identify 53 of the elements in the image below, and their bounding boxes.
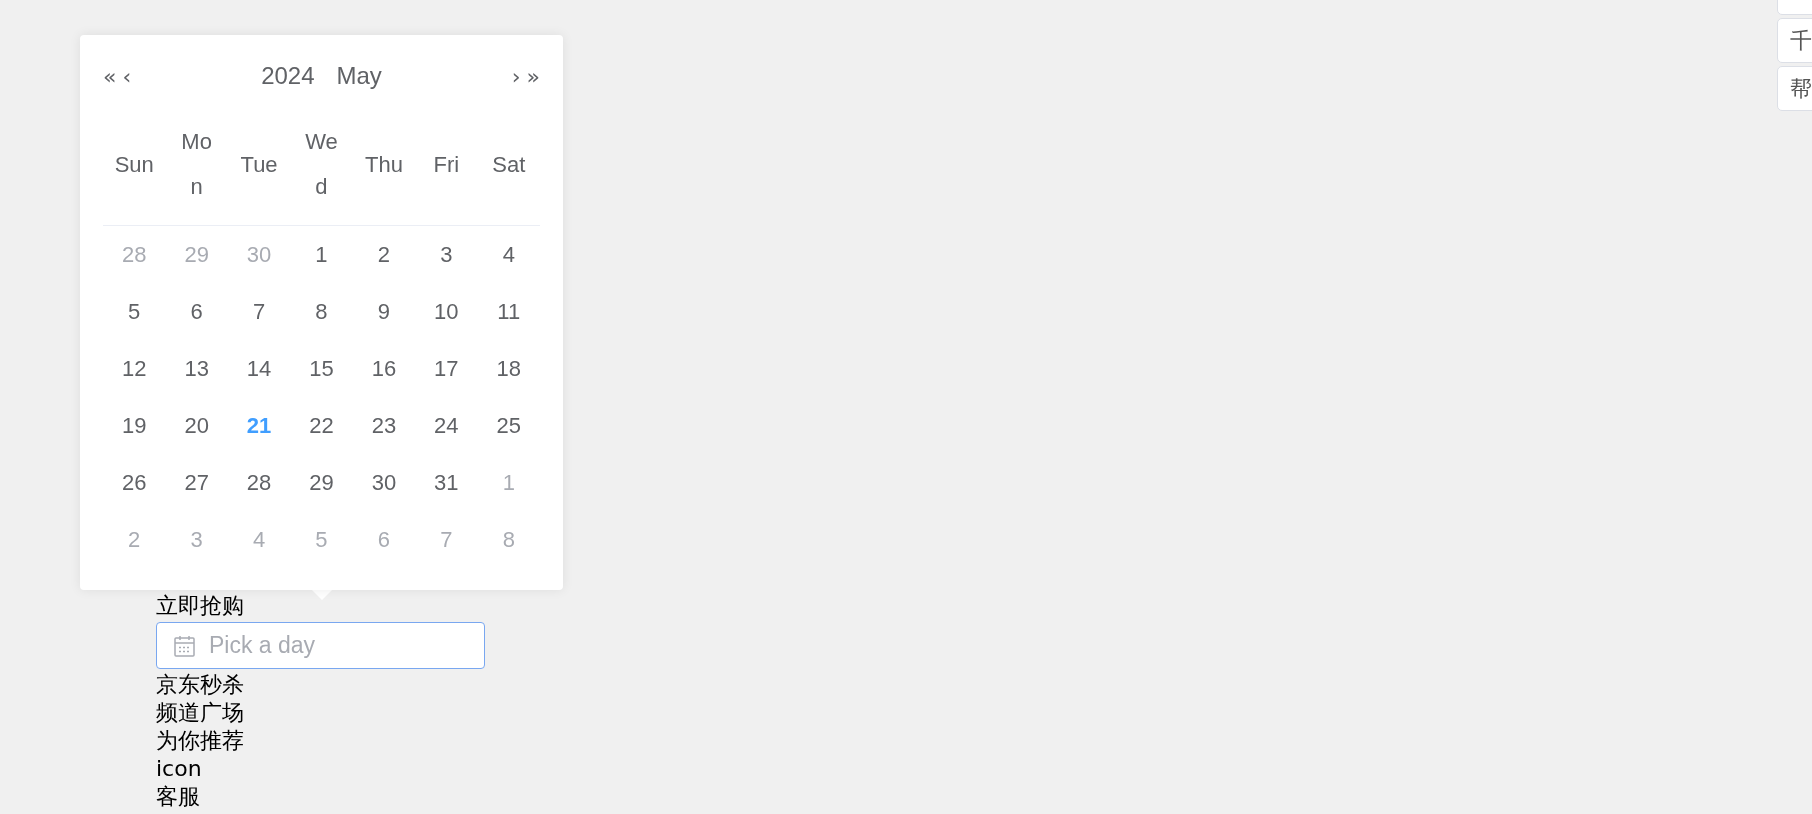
calendar-day[interactable]: 24 xyxy=(434,412,459,439)
calendar-day[interactable]: 25 xyxy=(496,412,521,439)
calendar-day[interactable]: 1 xyxy=(315,241,328,268)
weekday-header: Sat xyxy=(492,150,526,179)
weekday-header: Thu xyxy=(364,150,403,179)
calendar-day[interactable]: 30 xyxy=(371,469,397,496)
calendar-day[interactable]: 4 xyxy=(502,241,515,268)
calendar-day[interactable]: 13 xyxy=(184,355,209,382)
calendar-day[interactable]: 3 xyxy=(440,241,453,268)
calendar-day[interactable]: 10 xyxy=(434,298,459,325)
calendar-day[interactable]: 2 xyxy=(377,241,391,268)
weekday-header: Wed xyxy=(304,128,339,201)
calendar-day[interactable]: 27 xyxy=(184,469,209,496)
menu-text: 频道广场 xyxy=(156,699,244,727)
weekday-header: Fri xyxy=(433,150,460,179)
date-input[interactable]: Pick a day xyxy=(156,622,485,669)
weekday-header: Sun xyxy=(114,150,154,179)
calendar-day[interactable]: 11 xyxy=(497,298,521,325)
calendar-day[interactable]: 6 xyxy=(190,298,203,325)
calendar-day[interactable]: 15 xyxy=(309,355,334,382)
calendar-day[interactable]: 7 xyxy=(252,298,266,325)
menu-text: 为你推荐 xyxy=(156,727,244,755)
month-label[interactable]: May xyxy=(336,62,382,90)
side-button[interactable]: 帮 xyxy=(1777,66,1812,111)
weekday-header: Tue xyxy=(240,150,278,179)
menu-text: 京东秒杀 xyxy=(156,671,244,699)
calendar-day[interactable]: 17 xyxy=(434,355,459,382)
year-label[interactable]: 2024 xyxy=(261,62,315,90)
menu-text: icon xyxy=(156,755,202,783)
calendar-day[interactable]: 16 xyxy=(371,355,397,382)
calendar-day[interactable]: 23 xyxy=(371,412,397,439)
calendar-day[interactable]: 8 xyxy=(315,298,328,325)
calendar-icon xyxy=(174,635,195,657)
calendar-day[interactable]: 14 xyxy=(246,355,272,382)
menu-text: 客服 xyxy=(156,783,200,811)
calendar-day[interactable]: 5 xyxy=(128,298,141,325)
calendar-day[interactable]: 19 xyxy=(121,412,147,439)
calendar-day[interactable]: 18 xyxy=(496,355,521,382)
previous-month-button[interactable]: ‹ xyxy=(122,63,132,89)
side-button[interactable]: 千 xyxy=(1777,18,1812,63)
next-month-button[interactable]: › xyxy=(511,63,521,89)
previous-year-button[interactable]: « xyxy=(103,63,117,89)
calendar-day[interactable]: 9 xyxy=(377,298,391,325)
calendar-day[interactable]: 28 xyxy=(246,469,272,496)
calendar-day[interactable]: 26 xyxy=(121,469,147,496)
menu-text: 立即抢购 xyxy=(156,592,244,620)
calendar-day[interactable]: 12 xyxy=(121,355,147,382)
calendar-day[interactable]: 20 xyxy=(184,412,209,439)
calendar-day[interactable]: 31 xyxy=(434,469,459,496)
calendar-day[interactable]: 22 xyxy=(309,412,334,439)
calendar-day[interactable]: 29 xyxy=(309,469,334,496)
next-year-button[interactable]: » xyxy=(526,63,540,89)
weekday-header: Mon xyxy=(180,128,213,201)
